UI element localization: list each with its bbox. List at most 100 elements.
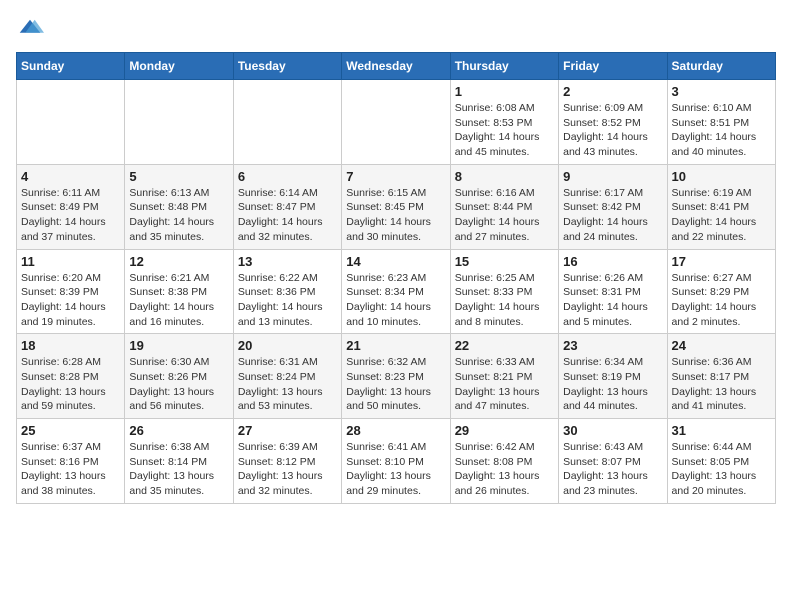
day-cell: 24 Sunrise: 6:36 AMSunset: 8:17 PMDayligh…	[667, 334, 775, 419]
day-number: 15	[455, 254, 554, 269]
day-cell: 17 Sunrise: 6:27 AMSunset: 8:29 PMDayligh…	[667, 249, 775, 334]
week-row-4: 18Sunrise: 6:28 AMSunset: 8:28 PMDayligh…	[17, 334, 776, 419]
calendar-table: SundayMondayTuesdayWednesdayThursdayFrid…	[16, 52, 776, 504]
day-cell: 28 Sunrise: 6:41 AMSunset: 8:10 PMDayligh…	[342, 419, 450, 504]
logo-icon	[16, 16, 44, 44]
day-info: Sunrise: 6:44 AMSunset: 8:05 PMDaylight:…	[672, 440, 771, 499]
day-number: 8	[455, 169, 554, 184]
day-cell: 4 Sunrise: 6:11 AMSunset: 8:49 PMDaylight…	[17, 164, 125, 249]
day-number: 11	[21, 254, 120, 269]
day-cell: 5 Sunrise: 6:13 AMSunset: 8:48 PMDaylight…	[125, 164, 233, 249]
week-row-2: 4 Sunrise: 6:11 AMSunset: 8:49 PMDaylight…	[17, 164, 776, 249]
day-cell: 26 Sunrise: 6:38 AMSunset: 8:14 PMDayligh…	[125, 419, 233, 504]
day-cell: 3Sunrise: 6:10 AMSunset: 8:51 PMDaylight…	[667, 80, 775, 165]
day-cell: 27 Sunrise: 6:39 AMSunset: 8:12 PMDayligh…	[233, 419, 341, 504]
day-cell: 6Sunrise: 6:14 AMSunset: 8:47 PMDaylight…	[233, 164, 341, 249]
day-number: 25	[21, 423, 120, 438]
day-cell: 10 Sunrise: 6:19 AMSunset: 8:41 PMDayligh…	[667, 164, 775, 249]
day-info: Sunrise: 6:32 AMSunset: 8:23 PMDaylight:…	[346, 355, 445, 414]
day-number: 19	[129, 338, 228, 353]
day-header-monday: Monday	[125, 53, 233, 80]
day-info: Sunrise: 6:20 AMSunset: 8:39 PMDaylight:…	[21, 271, 120, 330]
day-info: Sunrise: 6:26 AMSunset: 8:31 PMDaylight:…	[563, 271, 662, 330]
day-header-sunday: Sunday	[17, 53, 125, 80]
day-number: 6	[238, 169, 337, 184]
day-number: 2	[563, 84, 662, 99]
day-info: Sunrise: 6:27 AMSunset: 8:29 PMDaylight:…	[672, 271, 771, 330]
day-cell: 14Sunrise: 6:23 AMSunset: 8:34 PMDayligh…	[342, 249, 450, 334]
day-info: Sunrise: 6:19 AMSunset: 8:41 PMDaylight:…	[672, 186, 771, 245]
day-info: Sunrise: 6:43 AMSunset: 8:07 PMDaylight:…	[563, 440, 662, 499]
day-number: 24	[672, 338, 771, 353]
day-number: 20	[238, 338, 337, 353]
day-info: Sunrise: 6:21 AMSunset: 8:38 PMDaylight:…	[129, 271, 228, 330]
day-number: 26	[129, 423, 228, 438]
week-row-5: 25 Sunrise: 6:37 AMSunset: 8:16 PMDayligh…	[17, 419, 776, 504]
day-number: 22	[455, 338, 554, 353]
day-cell: 21 Sunrise: 6:32 AMSunset: 8:23 PMDayligh…	[342, 334, 450, 419]
day-number: 10	[672, 169, 771, 184]
day-cell: 23 Sunrise: 6:34 AMSunset: 8:19 PMDayligh…	[559, 334, 667, 419]
day-info: Sunrise: 6:33 AMSunset: 8:21 PMDaylight:…	[455, 355, 554, 414]
day-header-thursday: Thursday	[450, 53, 558, 80]
day-cell: 29 Sunrise: 6:42 AMSunset: 8:08 PMDayligh…	[450, 419, 558, 504]
day-info: Sunrise: 6:16 AMSunset: 8:44 PMDaylight:…	[455, 186, 554, 245]
day-cell	[233, 80, 341, 165]
day-cell	[125, 80, 233, 165]
day-info: Sunrise: 6:37 AMSunset: 8:16 PMDaylight:…	[21, 440, 120, 499]
day-header-wednesday: Wednesday	[342, 53, 450, 80]
day-info: Sunrise: 6:17 AMSunset: 8:42 PMDaylight:…	[563, 186, 662, 245]
day-number: 29	[455, 423, 554, 438]
day-cell: 19Sunrise: 6:30 AMSunset: 8:26 PMDayligh…	[125, 334, 233, 419]
day-info: Sunrise: 6:42 AMSunset: 8:08 PMDaylight:…	[455, 440, 554, 499]
logo	[16, 16, 48, 44]
days-header-row: SundayMondayTuesdayWednesdayThursdayFrid…	[17, 53, 776, 80]
day-cell: 8 Sunrise: 6:16 AMSunset: 8:44 PMDaylight…	[450, 164, 558, 249]
day-header-saturday: Saturday	[667, 53, 775, 80]
day-cell: 11 Sunrise: 6:20 AMSunset: 8:39 PMDayligh…	[17, 249, 125, 334]
day-number: 28	[346, 423, 445, 438]
day-cell: 20Sunrise: 6:31 AMSunset: 8:24 PMDayligh…	[233, 334, 341, 419]
day-info: Sunrise: 6:11 AMSunset: 8:49 PMDaylight:…	[21, 186, 120, 245]
day-cell: 16 Sunrise: 6:26 AMSunset: 8:31 PMDayligh…	[559, 249, 667, 334]
day-cell: 25 Sunrise: 6:37 AMSunset: 8:16 PMDayligh…	[17, 419, 125, 504]
day-info: Sunrise: 6:10 AMSunset: 8:51 PMDaylight:…	[672, 101, 771, 160]
day-cell: 18Sunrise: 6:28 AMSunset: 8:28 PMDayligh…	[17, 334, 125, 419]
day-info: Sunrise: 6:25 AMSunset: 8:33 PMDaylight:…	[455, 271, 554, 330]
week-row-3: 11 Sunrise: 6:20 AMSunset: 8:39 PMDayligh…	[17, 249, 776, 334]
day-number: 23	[563, 338, 662, 353]
day-cell: 2Sunrise: 6:09 AMSunset: 8:52 PMDaylight…	[559, 80, 667, 165]
day-cell: 22 Sunrise: 6:33 AMSunset: 8:21 PMDayligh…	[450, 334, 558, 419]
day-number: 9	[563, 169, 662, 184]
day-number: 27	[238, 423, 337, 438]
day-info: Sunrise: 6:39 AMSunset: 8:12 PMDaylight:…	[238, 440, 337, 499]
day-number: 5	[129, 169, 228, 184]
day-number: 7	[346, 169, 445, 184]
day-cell: 9 Sunrise: 6:17 AMSunset: 8:42 PMDaylight…	[559, 164, 667, 249]
day-number: 16	[563, 254, 662, 269]
day-header-tuesday: Tuesday	[233, 53, 341, 80]
day-cell: 13Sunrise: 6:22 AMSunset: 8:36 PMDayligh…	[233, 249, 341, 334]
day-info: Sunrise: 6:13 AMSunset: 8:48 PMDaylight:…	[129, 186, 228, 245]
day-info: Sunrise: 6:38 AMSunset: 8:14 PMDaylight:…	[129, 440, 228, 499]
day-number: 21	[346, 338, 445, 353]
day-cell: 12 Sunrise: 6:21 AMSunset: 8:38 PMDayligh…	[125, 249, 233, 334]
day-number: 1	[455, 84, 554, 99]
day-cell: 7Sunrise: 6:15 AMSunset: 8:45 PMDaylight…	[342, 164, 450, 249]
day-number: 14	[346, 254, 445, 269]
week-row-1: 1 Sunrise: 6:08 AMSunset: 8:53 PMDaylight…	[17, 80, 776, 165]
day-number: 4	[21, 169, 120, 184]
day-number: 18	[21, 338, 120, 353]
day-info: Sunrise: 6:34 AMSunset: 8:19 PMDaylight:…	[563, 355, 662, 414]
day-number: 12	[129, 254, 228, 269]
day-info: Sunrise: 6:41 AMSunset: 8:10 PMDaylight:…	[346, 440, 445, 499]
day-number: 17	[672, 254, 771, 269]
day-info: Sunrise: 6:36 AMSunset: 8:17 PMDaylight:…	[672, 355, 771, 414]
day-header-friday: Friday	[559, 53, 667, 80]
page-header	[16, 16, 776, 44]
day-cell: 31Sunrise: 6:44 AMSunset: 8:05 PMDayligh…	[667, 419, 775, 504]
day-info: Sunrise: 6:22 AMSunset: 8:36 PMDaylight:…	[238, 271, 337, 330]
day-cell	[342, 80, 450, 165]
day-info: Sunrise: 6:08 AMSunset: 8:53 PMDaylight:…	[455, 101, 554, 160]
day-cell	[17, 80, 125, 165]
